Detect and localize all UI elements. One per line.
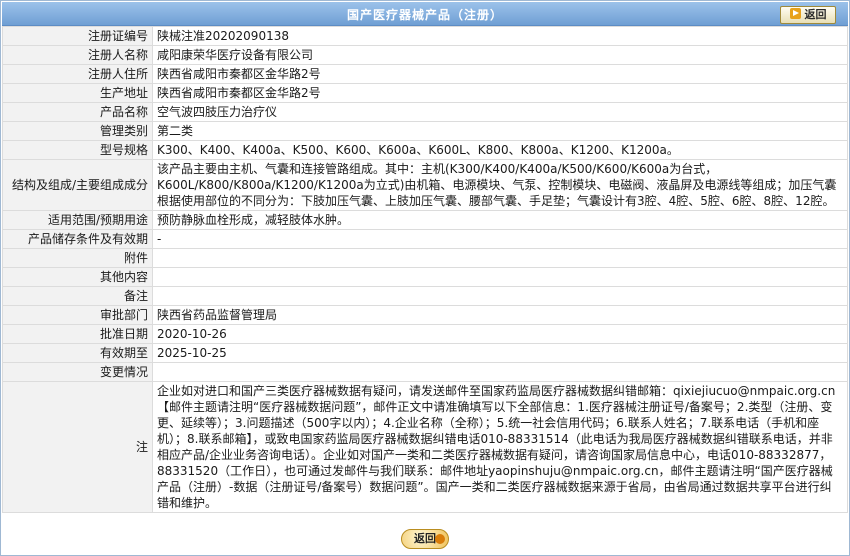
arrow-circle-icon bbox=[435, 534, 445, 544]
field-label: 变更情况 bbox=[2, 362, 153, 382]
field-label: 生产地址 bbox=[2, 83, 153, 103]
field-value: 2020-10-26 bbox=[152, 324, 848, 344]
field-value: 陕西省药品监督管理局 bbox=[152, 305, 848, 325]
table-row: 注册证编号 陕械注准20202090138 bbox=[2, 26, 848, 46]
field-label: 审批部门 bbox=[2, 305, 153, 325]
table-row: 批准日期 2020-10-26 bbox=[2, 324, 848, 344]
page-title: 国产医疗器械产品（注册） bbox=[346, 8, 503, 22]
field-value: K300、K400、K400a、K500、K600、K600a、K600L、K8… bbox=[152, 140, 848, 160]
detail-table: 注册证编号 陕械注准20202090138 注册人名称 咸阳康荣华医疗设备有限公… bbox=[2, 26, 848, 513]
field-label: 产品储存条件及有效期 bbox=[2, 229, 153, 249]
field-value: 第二类 bbox=[152, 121, 848, 141]
field-value: 空气波四肢压力治疗仪 bbox=[152, 102, 848, 122]
field-value: 2025-10-25 bbox=[152, 343, 848, 363]
table-row: 管理类别 第二类 bbox=[2, 121, 848, 141]
field-label: 注册人名称 bbox=[2, 45, 153, 65]
field-label: 注册证编号 bbox=[2, 26, 153, 46]
table-row: 审批部门 陕西省药品监督管理局 bbox=[2, 305, 848, 325]
table-row: 备注 bbox=[2, 286, 848, 306]
field-label: 适用范围/预期用途 bbox=[2, 210, 153, 230]
table-row: 结构及组成/主要组成成分 该产品主要由主机、气囊和连接管路组成。其中：主机(K3… bbox=[2, 159, 848, 211]
field-label: 型号规格 bbox=[2, 140, 153, 160]
table-row: 产品名称 空气波四肢压力治疗仪 bbox=[2, 102, 848, 122]
field-label: 有效期至 bbox=[2, 343, 153, 363]
field-label: 注册人住所 bbox=[2, 64, 153, 84]
note-text: 企业如对进口和国产三类医疗器械数据有疑问，请发送邮件至国家药监局医疗器械数据纠错… bbox=[152, 381, 848, 513]
detail-panel: 国产医疗器械产品（注册） 返回 注册证编号 陕械注准20202090138 注册… bbox=[0, 0, 850, 556]
field-label: 其他内容 bbox=[2, 267, 153, 287]
table-row: 生产地址 陕西省咸阳市秦都区金华路2号 bbox=[2, 83, 848, 103]
panel-header: 国产医疗器械产品（注册） 返回 bbox=[2, 2, 848, 26]
field-label: 批准日期 bbox=[2, 324, 153, 344]
field-value: 陕西省咸阳市秦都区金华路2号 bbox=[152, 83, 848, 103]
table-row: 有效期至 2025-10-25 bbox=[2, 343, 848, 363]
field-value bbox=[152, 362, 848, 382]
footer: 返回 bbox=[1, 529, 849, 549]
field-value bbox=[152, 248, 848, 268]
table-row: 注册人住所 陕西省咸阳市秦都区金华路2号 bbox=[2, 64, 848, 84]
field-value: - bbox=[152, 229, 848, 249]
back-button-label: 返回 bbox=[414, 532, 436, 545]
table-row: 适用范围/预期用途 预防静脉血栓形成，减轻肢体水肿。 bbox=[2, 210, 848, 230]
field-label: 产品名称 bbox=[2, 102, 153, 122]
table-row: 注册人名称 咸阳康荣华医疗设备有限公司 bbox=[2, 45, 848, 65]
field-value bbox=[152, 286, 848, 306]
back-button-label: 返回 bbox=[804, 8, 827, 21]
field-value: 预防静脉血栓形成，减轻肢体水肿。 bbox=[152, 210, 848, 230]
field-value: 该产品主要由主机、气囊和连接管路组成。其中：主机(K300/K400/K400a… bbox=[152, 159, 848, 211]
field-value bbox=[152, 267, 848, 287]
field-label: 附件 bbox=[2, 248, 153, 268]
table-row-note: 注 企业如对进口和国产三类医疗器械数据有疑问，请发送邮件至国家药监局医疗器械数据… bbox=[2, 381, 848, 513]
field-value: 咸阳康荣华医疗设备有限公司 bbox=[152, 45, 848, 65]
field-label: 结构及组成/主要组成成分 bbox=[2, 159, 153, 211]
back-button-top[interactable]: 返回 bbox=[780, 6, 836, 24]
field-label: 管理类别 bbox=[2, 121, 153, 141]
field-value: 陕械注准20202090138 bbox=[152, 26, 848, 46]
field-label: 备注 bbox=[2, 286, 153, 306]
note-label: 注 bbox=[2, 381, 153, 513]
table-row: 其他内容 bbox=[2, 267, 848, 287]
back-button-bottom[interactable]: 返回 bbox=[401, 529, 449, 549]
table-row: 产品储存条件及有效期 - bbox=[2, 229, 848, 249]
field-value: 陕西省咸阳市秦都区金华路2号 bbox=[152, 64, 848, 84]
table-row: 变更情况 bbox=[2, 362, 848, 382]
table-row: 附件 bbox=[2, 248, 848, 268]
table-row: 型号规格 K300、K400、K400a、K500、K600、K600a、K60… bbox=[2, 140, 848, 160]
arrow-right-icon bbox=[789, 8, 801, 19]
